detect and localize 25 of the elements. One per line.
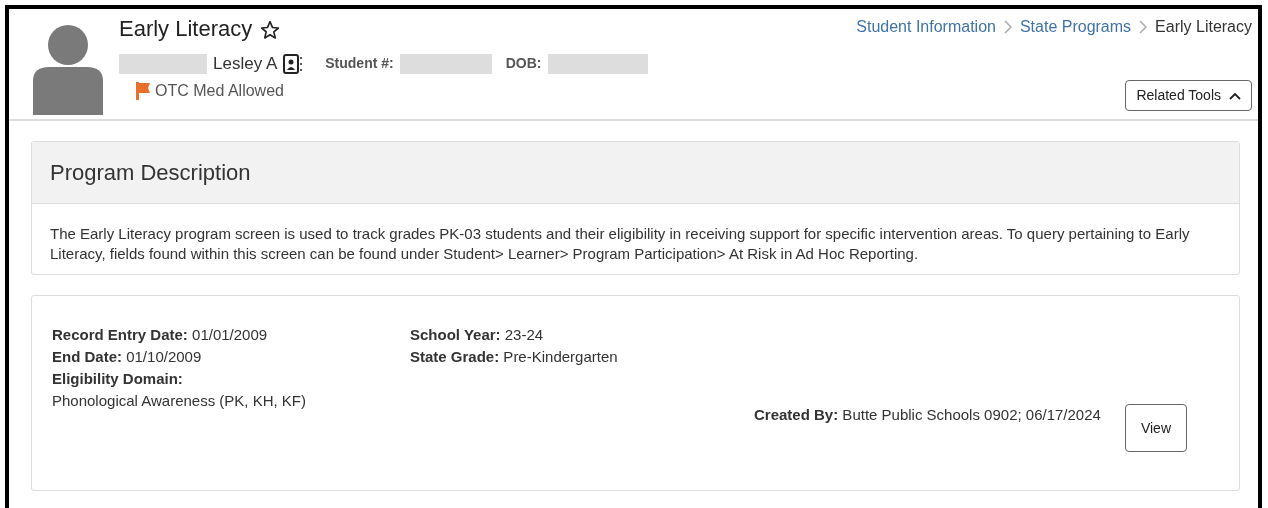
view-button[interactable]: View (1124, 404, 1187, 452)
created-by-text: Created By: Butte Public Schools 0902; 06/17/2024 (754, 405, 1101, 425)
description-text: The Early Literacy program screen is used to track grades PK-03 students and their eligibility in receiving support for specific intervention areas. To query pertaining to Early Literacy, fields found within this screen can be found under Student> Learner> Program Participation> At Risk in Ad Hoc Reporting. (49, 224, 1191, 264)
page-title: Early Literacy (119, 15, 253, 43)
flag-icon (135, 81, 151, 100)
chevron-right-icon (1139, 20, 1148, 34)
flag-text: OTC Med Allowed (155, 80, 284, 101)
student-name: Lesley A (213, 53, 278, 75)
breadcrumb-link[interactable]: Student Information (856, 15, 996, 39)
field-text: State Grade: Pre-Kindergarten (410, 347, 618, 367)
field-text: End Date: 01/10/2009 (52, 347, 203, 367)
chevron-right-icon (1003, 20, 1012, 34)
favorite-star-icon[interactable] (260, 19, 281, 40)
field-label: Eligibility Domain: (52, 369, 184, 389)
breadcrumb-link[interactable]: State Programs (1019, 15, 1132, 39)
card-title: Program Description (32, 142, 1239, 204)
breadcrumb-current: Early Literacy (1155, 17, 1252, 37)
field-value: Phonological Awareness (PK, KH, KF) (52, 391, 307, 411)
avatar-icon (33, 23, 103, 115)
dob-label: DOB: (505, 54, 542, 74)
student-number-label: Student #: (325, 54, 394, 74)
related-tools-button[interactable]: Related Tools (1125, 80, 1252, 111)
field-text: Record Entry Date: 01/01/2009 (52, 325, 269, 345)
contact-card-icon[interactable] (283, 52, 304, 75)
field-text: School Year: 23-24 (410, 325, 545, 345)
